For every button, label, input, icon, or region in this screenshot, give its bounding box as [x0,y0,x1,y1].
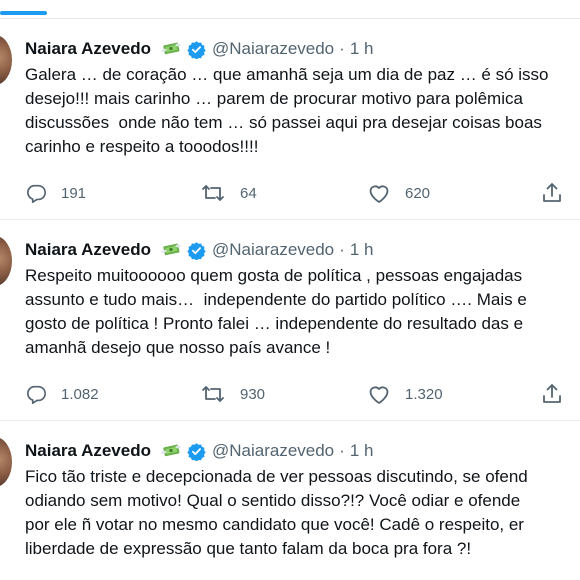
reply-count: 1.082 [61,385,99,403]
retweet-count: 64 [240,184,257,202]
tweet-text-line: liberdade de expressão que tanto falam d… [25,539,472,558]
money-with-wings-icon [160,41,182,57]
money-with-wings-icon [160,242,182,258]
heart-icon [367,383,391,405]
like-button[interactable]: 1.320 [367,380,443,408]
reply-count: 191 [61,184,87,202]
author-handle[interactable]: @Naiarazevedo [212,39,334,59]
heart-icon [367,182,391,204]
verified-badge-icon [187,241,206,260]
share-button[interactable] [541,179,563,207]
tweet-header: Naiara Azevedo @Naiarazevedo · 1 h [25,439,373,463]
reply-button[interactable]: 191 [25,179,86,207]
tweet-text-line: Fico tão triste e decepcionada de ver pe… [25,467,528,486]
tweet[interactable]: Naiara Azevedo @Naiarazevedo · 1 h [0,19,580,220]
retweet-button[interactable]: 64 [200,179,257,207]
timestamp[interactable]: 1 h [350,441,374,461]
share-icon [541,382,563,406]
tweet-text-line: assunto e tudo mais… independente do par… [25,290,527,309]
author-name[interactable]: Naiara Azevedo [25,39,151,59]
author-handle[interactable]: @Naiarazevedo [212,441,334,461]
tweet-text: Galera … de coração … que amanhã seja um… [25,63,580,159]
retweet-button[interactable]: 930 [200,380,265,408]
tweet-text-line: odiando sem motivo! Qual o sentido disso… [25,491,521,510]
share-icon [541,181,563,205]
tweet-text-line: por ele ñ votar no mesmo candidato que v… [25,515,524,534]
avatar[interactable] [0,35,12,85]
tweet-actions: 191 64 620 [0,179,580,207]
tweet-text-line: gosto de política ! Pronto falei … indep… [25,314,524,333]
tweet[interactable]: Naiara Azevedo @Naiarazevedo · 1 h [0,220,580,421]
reply-button[interactable]: 1.082 [25,380,99,408]
retweet-icon [200,383,226,405]
like-count: 1.320 [405,385,443,403]
money-with-wings-icon [160,443,182,459]
timeline: Naiara Azevedo @Naiarazevedo · 1 h Galer… [0,0,580,580]
tweet-text-line: amanhã desejo que nosso país avance ! [25,338,331,357]
author-name[interactable]: Naiara Azevedo [25,441,151,461]
verified-badge-icon [187,40,206,59]
avatar[interactable] [0,437,12,487]
tweet-text-line: carinho e respeito a tooodos!!!! [25,137,259,156]
reply-icon [25,182,47,204]
retweet-icon [200,182,226,204]
separator-dot: · [339,39,345,58]
tweet-header: Naiara Azevedo @Naiarazevedo · 1 h [25,238,373,262]
retweet-count: 930 [240,385,266,403]
author-name[interactable]: Naiara Azevedo [25,240,151,260]
like-button[interactable]: 620 [367,179,430,207]
tweet[interactable]: Naiara Azevedo @Naiarazevedo · 1 h [0,421,580,580]
tweet-text: Respeito muitoooooo quem gosta de políti… [25,264,580,360]
tweet-text-line: discussões onde não tem … só passei aqui… [25,113,542,132]
timestamp[interactable]: 1 h [350,39,374,59]
tweet-text-line: Respeito muitoooooo quem gosta de políti… [25,266,523,285]
like-count: 620 [405,184,431,202]
author-handle[interactable]: @Naiarazevedo [212,240,334,260]
reply-icon [25,383,47,405]
tweet-text-line: Galera … de coração … que amanhã seja um… [25,65,549,84]
tweet-text-line: desejo!!! mais carinho … parem de procur… [25,89,523,108]
avatar[interactable] [0,236,12,286]
tab-bar [0,0,580,19]
separator-dot: · [339,441,345,460]
verified-badge-icon [187,442,206,461]
tweet-text: Fico tão triste e decepcionada de ver pe… [25,465,580,561]
timestamp[interactable]: 1 h [350,240,374,260]
tweet-header: Naiara Azevedo @Naiarazevedo · 1 h [25,37,373,61]
active-tab-indicator [0,11,47,15]
tweet-actions: 1.082 930 1.320 [0,380,580,408]
share-button[interactable] [541,380,563,408]
separator-dot: · [339,240,345,259]
